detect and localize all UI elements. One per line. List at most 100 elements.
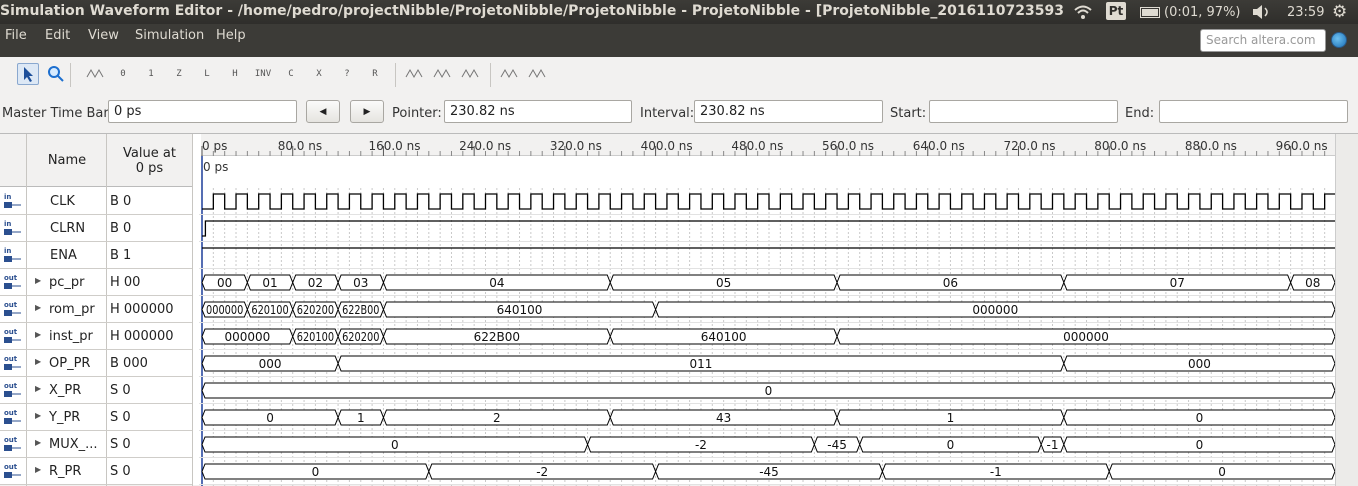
settings-gear-icon[interactable]: ⚙: [1332, 2, 1347, 22]
pointer-field[interactable]: 230.82 ns: [444, 100, 632, 123]
expand-arrow-icon[interactable]: ▶: [35, 330, 41, 339]
menu-view[interactable]: View: [88, 28, 119, 43]
expand-arrow-icon[interactable]: ▶: [35, 357, 41, 366]
force-high-icon[interactable]: 1: [140, 63, 162, 85]
sim-func-icon[interactable]: [459, 63, 481, 85]
output-pin-icon: out: [4, 274, 22, 290]
force-low-icon[interactable]: 0: [112, 63, 134, 85]
invert-icon[interactable]: INV: [252, 63, 274, 85]
signal-row-rpr[interactable]: out ▶ R_PR S 0: [0, 458, 192, 485]
cursor-label: 0 ps: [203, 160, 228, 174]
bus-value: 0: [947, 438, 955, 452]
ruler-label: 320.0 ns: [550, 139, 602, 153]
signal-row-xpr[interactable]: out ▶ X_PR S 0: [0, 377, 192, 404]
end-field[interactable]: [1159, 100, 1348, 123]
signal-row-clk[interactable]: in CLK B 0: [0, 188, 192, 215]
signal-row-pcpr[interactable]: out ▶ pc_pr H 00: [0, 269, 192, 296]
search-input[interactable]: Search altera.com: [1200, 29, 1326, 52]
bus-value: 0: [1218, 465, 1226, 479]
vertical-scrollbar[interactable]: [1335, 134, 1358, 486]
bus-value: 05: [716, 276, 731, 290]
signal-row-ena[interactable]: in ENA B 1: [0, 242, 192, 269]
value-header-line1: Value at: [123, 146, 176, 161]
wifi-icon[interactable]: [1073, 2, 1093, 22]
menu-bar: File Edit View Simulation Help: [0, 24, 1358, 57]
prev-transition-button[interactable]: ◀: [306, 100, 340, 123]
signal-value: B 0: [110, 221, 132, 236]
bus-value: 43: [716, 411, 731, 425]
signal-row-ypr[interactable]: out ▶ Y_PR S 0: [0, 404, 192, 431]
signal-row-clrn[interactable]: in CLRN B 0: [0, 215, 192, 242]
battery-status: (0:01, 97%): [1164, 4, 1241, 20]
bus-value: 000000: [224, 330, 270, 344]
signal-value: B 1: [110, 248, 132, 263]
bus-value: 06: [943, 276, 958, 290]
keyboard-layout-badge[interactable]: Pt: [1106, 2, 1126, 20]
sim-timing-icon[interactable]: [498, 63, 520, 85]
globe-icon[interactable]: [1331, 32, 1347, 48]
battery-indicator[interactable]: (0:01, 97%): [1140, 2, 1241, 22]
weak-high-icon[interactable]: H: [224, 63, 246, 85]
expand-arrow-icon[interactable]: ▶: [35, 411, 41, 420]
signal-name: Y_PR: [49, 410, 81, 425]
value-column-header[interactable]: Value at 0 ps: [107, 146, 192, 176]
output-pin-icon: out: [4, 463, 22, 479]
expand-arrow-icon[interactable]: ▶: [35, 276, 41, 285]
bus-value: -2: [695, 438, 707, 452]
signal-row-oppr[interactable]: out ▶ OP_PR B 000: [0, 350, 192, 377]
title-bar: Simulation Waveform Editor - /home/pedro…: [0, 0, 1358, 24]
master-time-field[interactable]: 0 ps: [108, 100, 297, 123]
expand-arrow-icon[interactable]: ▶: [35, 438, 41, 447]
bus-value: 622B00: [474, 330, 520, 344]
arbitrary-value-icon[interactable]: R: [364, 63, 386, 85]
bus-value: 03: [353, 276, 368, 290]
bus-value: 620200: [297, 303, 334, 317]
signal-name: ENA: [50, 248, 77, 263]
name-column-header[interactable]: Name: [27, 153, 107, 168]
menu-edit[interactable]: Edit: [45, 28, 70, 43]
bus-value: 04: [489, 276, 504, 290]
volume-icon[interactable]: [1251, 2, 1273, 22]
snap-grid-icon[interactable]: [431, 63, 453, 85]
bus-value: 000000: [972, 303, 1018, 317]
expand-arrow-icon[interactable]: ▶: [35, 384, 41, 393]
bus-value: 620100: [297, 330, 334, 344]
time-bar: Master Time Bar: 0 ps ◀ ▶ Pointer: 230.8…: [0, 98, 1358, 128]
signal-row-instpr[interactable]: out ▶ inst_pr H 000000: [0, 323, 192, 350]
bus-value: 622B00: [342, 303, 379, 317]
weak-low-icon[interactable]: L: [196, 63, 218, 85]
output-pin-icon: out: [4, 382, 22, 398]
start-field[interactable]: [929, 100, 1118, 123]
menu-file[interactable]: File: [5, 28, 27, 43]
random-values-icon[interactable]: [403, 63, 425, 85]
select-pointer-icon[interactable]: [17, 63, 39, 85]
signal-row-mux[interactable]: out ▶ MUX_... S 0: [0, 431, 192, 458]
menu-help[interactable]: Help: [216, 28, 246, 43]
waveform-table-icon[interactable]: [526, 63, 548, 85]
expand-arrow-icon[interactable]: ▶: [35, 303, 41, 312]
input-pin-icon: in: [4, 247, 22, 263]
next-transition-button[interactable]: ▶: [350, 100, 384, 123]
expand-arrow-icon[interactable]: ▶: [35, 465, 41, 474]
signal-row-rompr[interactable]: out ▶ rom_pr H 000000: [0, 296, 192, 323]
ruler-label: 160.0 ns: [368, 139, 420, 153]
bus-value: 01: [262, 276, 277, 290]
pointer-label: Pointer:: [392, 106, 442, 121]
high-z-icon[interactable]: Z: [168, 63, 190, 85]
signal-name: R_PR: [49, 464, 82, 479]
count-value-icon[interactable]: C: [280, 63, 302, 85]
clock[interactable]: 23:59: [1287, 2, 1324, 22]
uninit-x-icon[interactable]: [84, 63, 106, 85]
clk-waveform: [202, 193, 1335, 210]
ruler-label: 560.0 ns: [822, 139, 874, 153]
interval-field[interactable]: 230.82 ns: [694, 100, 883, 123]
value-header-line2: 0 ps: [135, 161, 164, 176]
random-icon[interactable]: ?: [336, 63, 358, 85]
clock-icon[interactable]: X: [308, 63, 330, 85]
signal-value: B 0: [110, 194, 132, 209]
waveform-display[interactable]: 0 ps 80.0 ns 160.0 ns 240.0 ns 320.0 ns 400.0…: [199, 134, 1341, 486]
bus-value: -45: [759, 465, 779, 479]
menu-simulation[interactable]: Simulation: [135, 28, 204, 43]
start-label: Start:: [890, 106, 927, 121]
zoom-icon[interactable]: [45, 63, 67, 85]
